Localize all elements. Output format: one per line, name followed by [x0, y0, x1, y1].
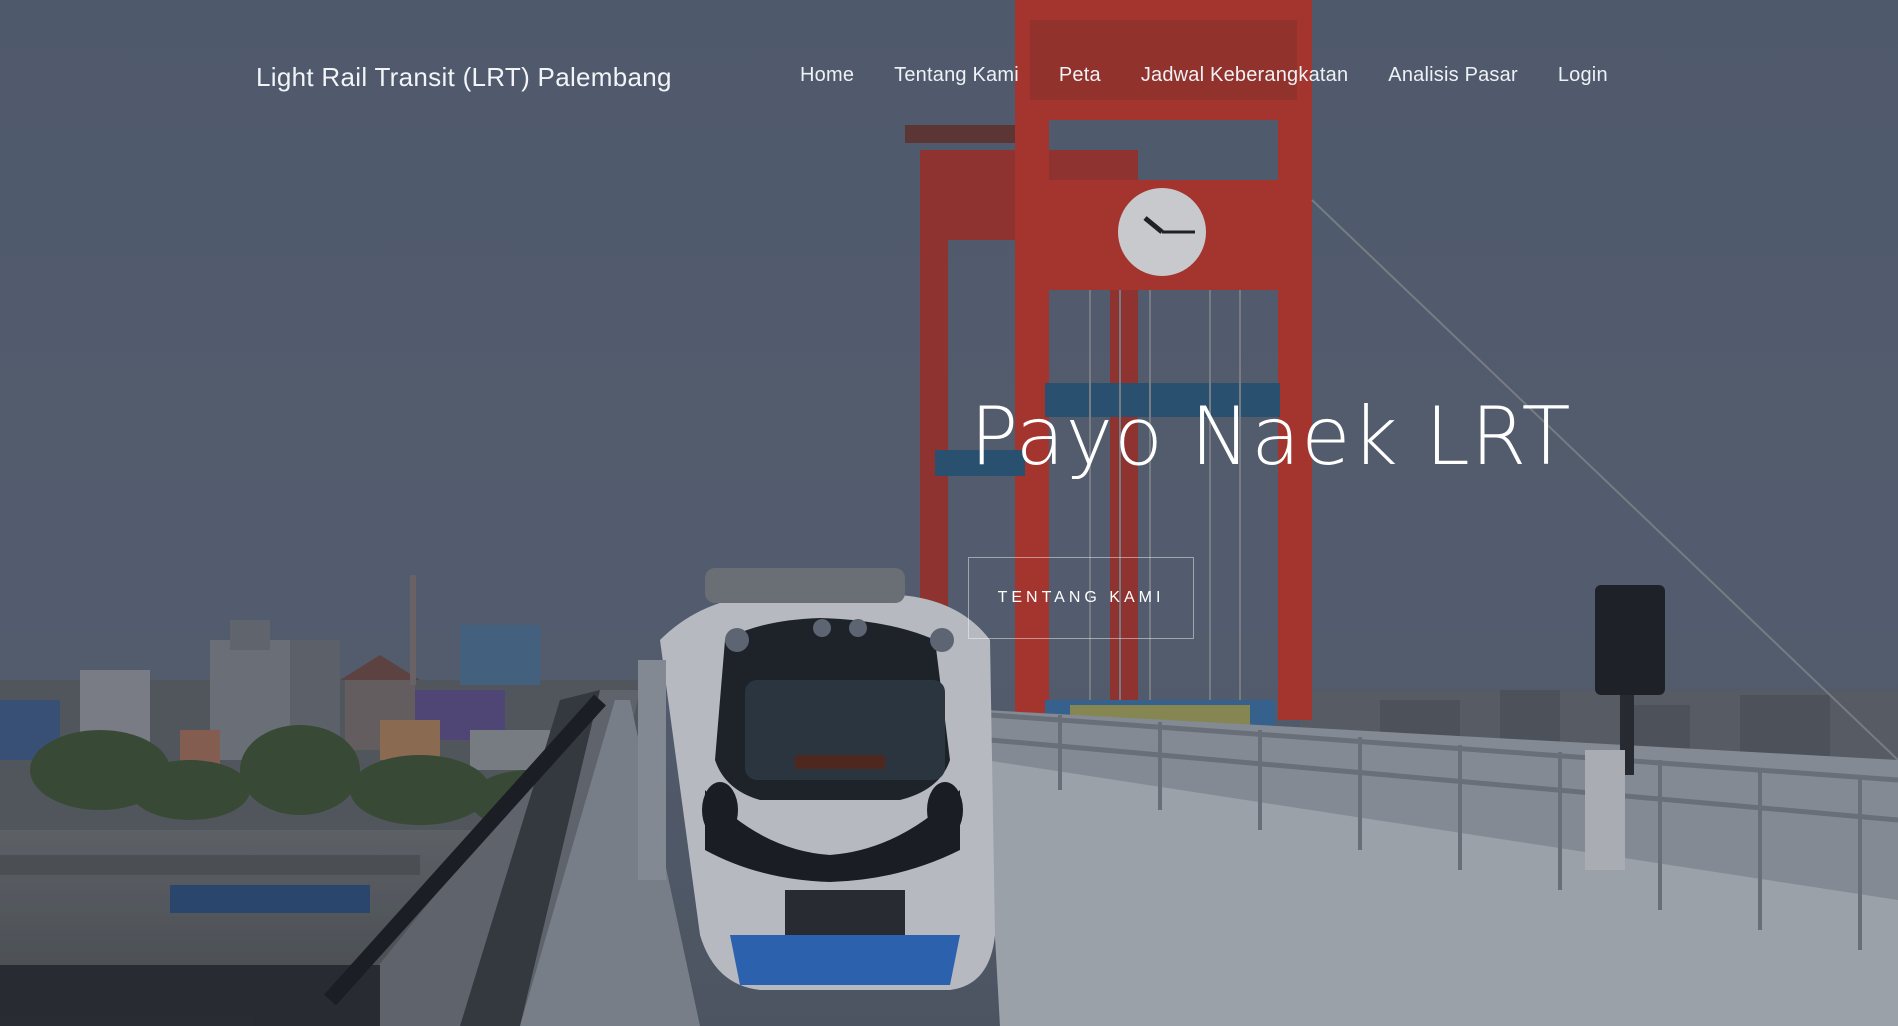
nav-item-jadwal-keberangkatan: Jadwal Keberangkatan — [1121, 64, 1368, 87]
nav-link-tentang-kami[interactable]: Tentang Kami — [874, 64, 1039, 87]
nav-item-home: Home — [780, 64, 874, 87]
nav-item-analisis-pasar: Analisis Pasar — [1368, 64, 1538, 87]
hero-section: Light Rail Transit (LRT) Palembang Home … — [0, 0, 1898, 1026]
site-brand-link[interactable]: Light Rail Transit (LRT) Palembang — [256, 62, 672, 93]
main-nav-menu: Home Tentang Kami Peta Jadwal Keberangka… — [780, 64, 1628, 87]
nav-item-login: Login — [1538, 64, 1628, 87]
nav-item-tentang-kami: Tentang Kami — [874, 64, 1039, 87]
nav-link-jadwal-keberangkatan[interactable]: Jadwal Keberangkatan — [1121, 64, 1368, 87]
top-navbar: Light Rail Transit (LRT) Palembang Home … — [0, 0, 1898, 155]
nav-link-analisis-pasar[interactable]: Analisis Pasar — [1368, 64, 1538, 87]
nav-link-login[interactable]: Login — [1538, 64, 1628, 87]
nav-link-home[interactable]: Home — [780, 64, 874, 87]
hero-title: Payo Naek LRT — [970, 390, 1572, 483]
nav-item-peta: Peta — [1039, 64, 1121, 87]
nav-link-peta[interactable]: Peta — [1039, 64, 1121, 87]
tentang-kami-button[interactable]: TENTANG KAMI — [968, 557, 1194, 639]
